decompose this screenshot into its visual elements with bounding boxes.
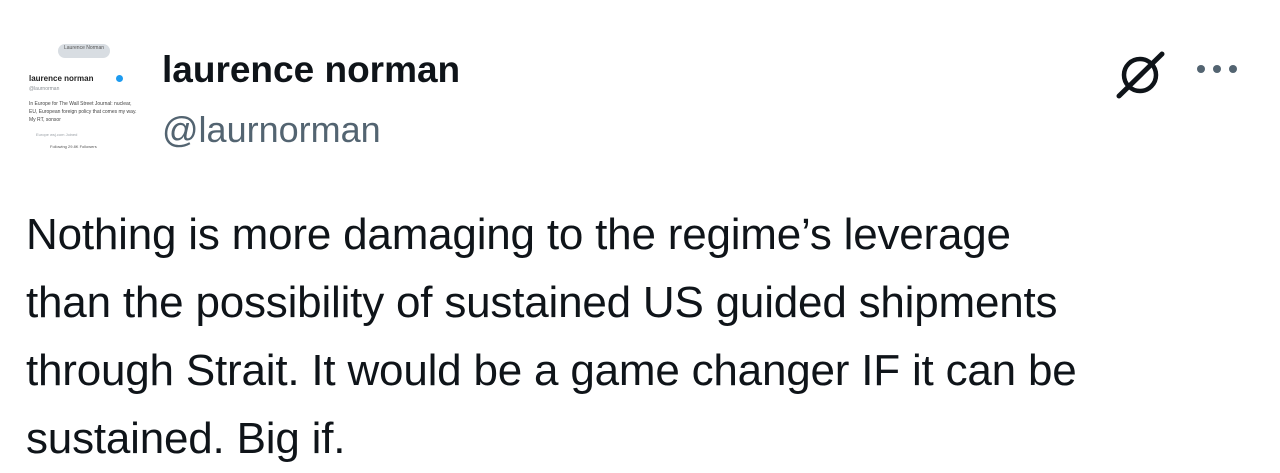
avatar-name-text: laurence norman: [29, 74, 94, 83]
tweet-text-line: Nothing is more damaging to the regime’s…: [26, 210, 1011, 259]
avatar[interactable]: Laurence Norman laurence norman @laurnor…: [22, 40, 146, 164]
verified-icon: [116, 75, 123, 82]
tweet-text-line: through Strait. It would be a game chang…: [26, 346, 1077, 395]
tweet-text-line: sustained. Big if.: [26, 414, 346, 463]
avatar-bio-text: In Europe for The Wall Street Journal: n…: [29, 101, 137, 123]
avatar-handle-text: @laurnorman: [29, 86, 60, 92]
tweet-text: Nothing is more damaging to the regime’s…: [26, 201, 1256, 473]
grok-icon[interactable]: [1112, 46, 1170, 104]
more-horizontal-icon[interactable]: [1192, 54, 1246, 84]
tweet-text-line: than the possibility of sustained US gui…: [26, 278, 1058, 327]
author-handle[interactable]: @laurnorman: [162, 108, 381, 152]
tweet-card: Laurence Norman laurence norman @laurnor…: [0, 0, 1280, 470]
avatar-follow-text: Following 29.8K Followers: [50, 144, 97, 149]
author-display-name[interactable]: laurence norman: [162, 47, 460, 93]
avatar-banner-text: Laurence Norman: [64, 45, 105, 51]
avatar-meta-text: Europe wsj.com Joined: [36, 132, 78, 137]
